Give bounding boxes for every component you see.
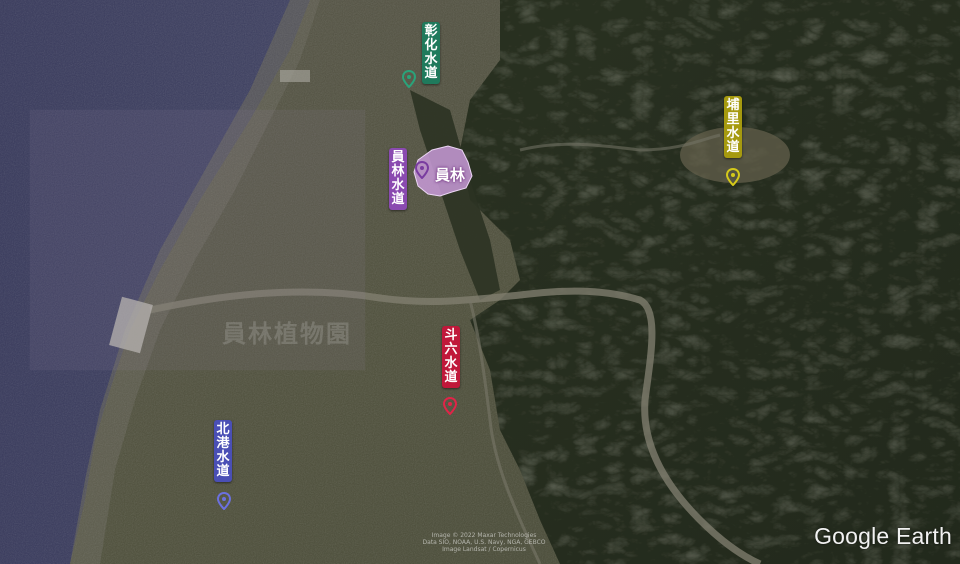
waterway-label-douliu[interactable]: 斗六水道 — [442, 326, 460, 388]
waterway-label-yuanlin[interactable]: 員林水道 — [389, 148, 407, 210]
satellite-terrain — [0, 0, 960, 564]
region-label-yuanlin[interactable]: 員林 — [435, 164, 465, 185]
waterway-label-puli[interactable]: 埔里水道 — [724, 96, 742, 158]
credit-line-3: Image Landsat / Copernicus — [442, 546, 526, 553]
map-pin-puli[interactable] — [726, 168, 740, 186]
google-earth-logo: Google Earth — [814, 523, 952, 549]
map-pin-douliu[interactable] — [443, 397, 457, 415]
map-pin-changhua[interactable] — [402, 70, 416, 88]
waterway-label-changhua[interactable]: 彰化水道 — [422, 22, 440, 84]
credit-line-1: Image © 2022 Maxar Technologies — [431, 532, 537, 539]
map-watermark: 員林植物園 — [222, 320, 352, 348]
waterway-label-beigang[interactable]: 北港水道 — [214, 420, 232, 482]
imagery-credits: Image © 2022 Maxar Technologies Data SIO… — [404, 532, 564, 553]
map-pin-yuanlin[interactable] — [415, 161, 429, 179]
map-view[interactable]: 員林植物園 員林 彰化水道 員林水道 埔里水道 斗六水道 北港水道 Image … — [0, 0, 960, 564]
map-pin-beigang[interactable] — [217, 492, 231, 510]
credit-line-2: Data SIO, NOAA, U.S. Navy, NGA, GEBCO — [422, 539, 546, 546]
